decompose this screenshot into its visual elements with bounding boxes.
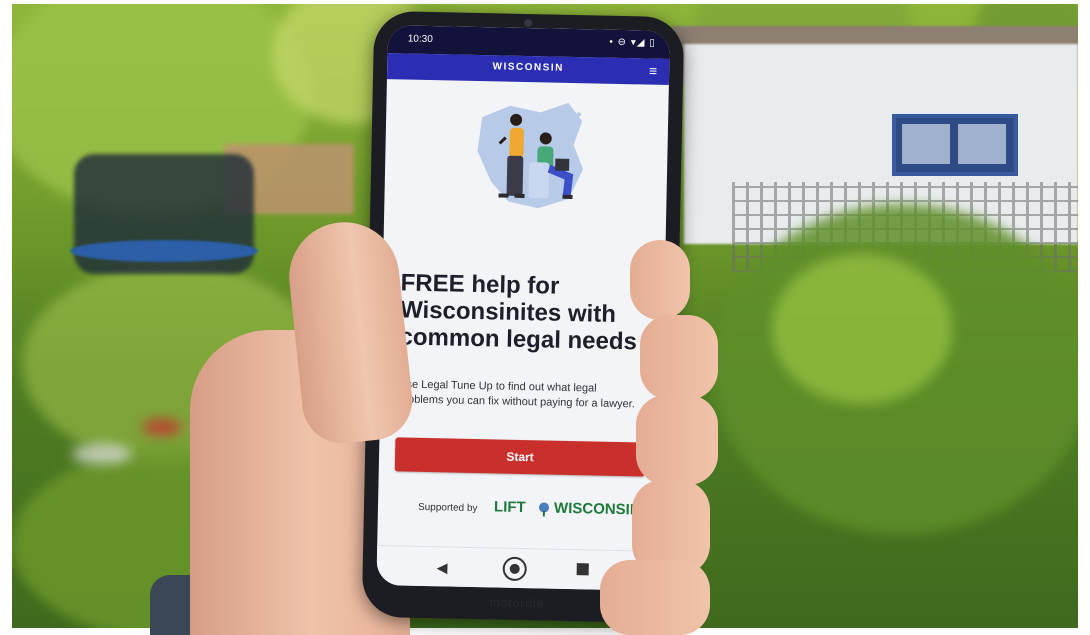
finger [630,240,690,320]
hamburger-menu-icon[interactable]: ≡ [649,63,658,79]
supported-by-label: Supported by [417,501,478,515]
app-brand-title: WISCONSIN [492,61,564,74]
back-icon[interactable]: ◀ [437,559,448,576]
start-button[interactable]: Start [394,437,646,477]
finger [636,395,718,485]
status-time: 10:30 [407,33,433,46]
tree-logo-icon [539,502,550,517]
app-header: WISCONSIN ≡ [386,53,670,86]
front-camera [524,18,533,28]
lift-logo-text[interactable]: LIFT [494,498,526,516]
recents-icon[interactable] [576,563,589,576]
hero-description: Use Legal Tune Up to find out what legal… [398,378,635,411]
finger [600,560,710,635]
hero-headline: FREE help for Wisconsinites with common … [399,269,638,356]
trampoline-rim [70,240,258,262]
status-icons: • ⊖ ▾◢ ▯ [609,36,656,49]
home-icon[interactable] [502,556,527,582]
wisconsin-logo-text[interactable]: WISCONSIN [554,500,641,519]
wisconsin-people-illustration [477,102,584,209]
house-window [892,114,1018,176]
finger [640,315,718,400]
supported-by-row: Supported by LIFT WISCONSIN [418,496,648,523]
phone-screen: 10:30 • ⊖ ▾◢ ▯ WISCONSIN ≡ FREE help for… [376,25,671,591]
